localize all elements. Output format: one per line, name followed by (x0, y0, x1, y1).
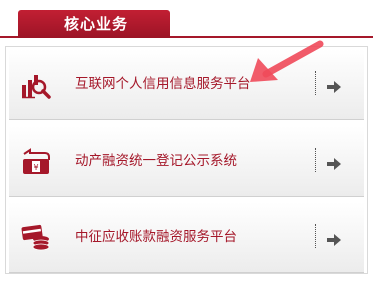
card-coins-icon (21, 224, 51, 252)
arrow-right-icon[interactable] (327, 155, 341, 170)
credit-search-icon (21, 71, 51, 99)
arrow-right-icon[interactable] (327, 231, 341, 246)
registration-icon: ¥ (21, 148, 51, 176)
divider (315, 148, 316, 172)
divider (315, 71, 316, 95)
services-panel: 互联网个人信用信息服务平台 ¥ 动产融资统一登记公示系统 中征应收账款融资服务平… (5, 46, 368, 274)
service-item-receivables-platform[interactable]: 中征应收账款融资服务平台 (9, 202, 364, 273)
divider (315, 224, 316, 248)
service-item-registration-system[interactable]: ¥ 动产融资统一登记公示系统 (9, 126, 364, 197)
core-business-widget: 核心业务 互联网个人信用信息服务平台 ¥ 动产融资统一登记公示系统 中征应收账款… (0, 0, 373, 283)
tab-core-business[interactable]: 核心业务 (18, 10, 170, 38)
service-item-label: 互联网个人信用信息服务平台 (75, 76, 251, 92)
arrow-right-icon[interactable] (327, 78, 341, 93)
svg-text:¥: ¥ (33, 163, 38, 172)
service-item-credit-platform[interactable]: 互联网个人信用信息服务平台 (9, 49, 364, 120)
service-item-label: 动产融资统一登记公示系统 (75, 153, 237, 169)
service-item-label: 中征应收账款融资服务平台 (75, 229, 237, 245)
